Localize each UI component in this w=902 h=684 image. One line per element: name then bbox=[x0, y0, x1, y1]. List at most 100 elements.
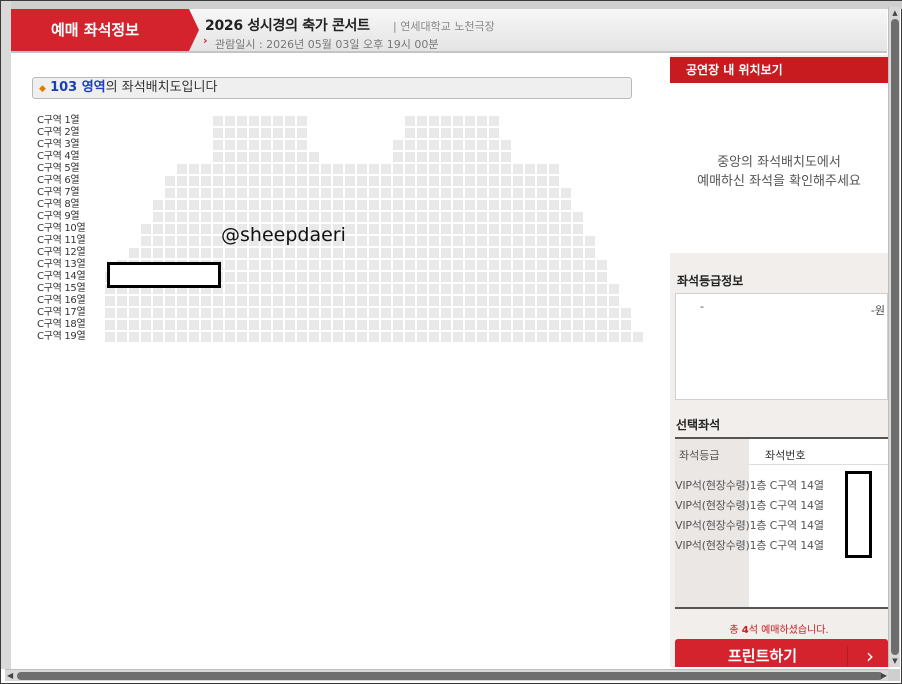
seat[interactable] bbox=[489, 236, 499, 246]
seat[interactable] bbox=[381, 248, 391, 258]
seat[interactable] bbox=[141, 308, 151, 318]
seat[interactable] bbox=[513, 320, 523, 330]
seat[interactable] bbox=[285, 152, 295, 162]
seat[interactable] bbox=[345, 212, 355, 222]
seat[interactable] bbox=[621, 332, 631, 342]
seat[interactable] bbox=[477, 116, 487, 126]
seat[interactable] bbox=[249, 320, 259, 330]
seat[interactable] bbox=[285, 272, 295, 282]
seat[interactable] bbox=[285, 308, 295, 318]
seat[interactable] bbox=[573, 332, 583, 342]
seat[interactable] bbox=[213, 200, 223, 210]
seat[interactable] bbox=[537, 284, 547, 294]
seat[interactable] bbox=[513, 272, 523, 282]
seat[interactable] bbox=[453, 236, 463, 246]
seat[interactable] bbox=[489, 152, 499, 162]
seat[interactable] bbox=[105, 308, 115, 318]
seat[interactable] bbox=[249, 332, 259, 342]
seat[interactable] bbox=[369, 248, 379, 258]
seat[interactable] bbox=[345, 320, 355, 330]
seat[interactable] bbox=[273, 152, 283, 162]
seat[interactable] bbox=[369, 224, 379, 234]
seat[interactable] bbox=[585, 248, 595, 258]
seat[interactable] bbox=[273, 332, 283, 342]
seat[interactable] bbox=[153, 236, 163, 246]
seat[interactable] bbox=[405, 308, 415, 318]
seat[interactable] bbox=[357, 212, 367, 222]
seat[interactable] bbox=[561, 212, 571, 222]
seat[interactable] bbox=[417, 176, 427, 186]
seat[interactable] bbox=[189, 236, 199, 246]
seat[interactable] bbox=[441, 128, 451, 138]
seat[interactable] bbox=[273, 260, 283, 270]
seat[interactable] bbox=[525, 320, 535, 330]
seat[interactable] bbox=[273, 116, 283, 126]
seat[interactable] bbox=[345, 188, 355, 198]
seat[interactable] bbox=[489, 116, 499, 126]
seat[interactable] bbox=[441, 116, 451, 126]
seat[interactable] bbox=[321, 200, 331, 210]
seat[interactable] bbox=[609, 332, 619, 342]
seat[interactable] bbox=[405, 284, 415, 294]
seat[interactable] bbox=[453, 164, 463, 174]
seat[interactable] bbox=[333, 308, 343, 318]
seat[interactable] bbox=[453, 200, 463, 210]
seat[interactable] bbox=[273, 296, 283, 306]
seat[interactable] bbox=[369, 236, 379, 246]
seat[interactable] bbox=[513, 308, 523, 318]
seat[interactable] bbox=[369, 200, 379, 210]
seat[interactable] bbox=[453, 332, 463, 342]
seat[interactable] bbox=[213, 296, 223, 306]
seat[interactable] bbox=[417, 236, 427, 246]
seat[interactable] bbox=[441, 140, 451, 150]
seat[interactable] bbox=[261, 284, 271, 294]
seat[interactable] bbox=[501, 140, 511, 150]
seat[interactable] bbox=[309, 284, 319, 294]
seat[interactable] bbox=[273, 320, 283, 330]
seat[interactable] bbox=[261, 248, 271, 258]
seat[interactable] bbox=[177, 212, 187, 222]
seat[interactable] bbox=[609, 320, 619, 330]
seat[interactable] bbox=[189, 248, 199, 258]
seat[interactable] bbox=[549, 164, 559, 174]
vertical-scroll-thumb[interactable] bbox=[891, 19, 899, 655]
seat[interactable] bbox=[249, 296, 259, 306]
seat[interactable] bbox=[441, 296, 451, 306]
seat[interactable] bbox=[381, 164, 391, 174]
seat[interactable] bbox=[237, 152, 247, 162]
seat[interactable] bbox=[405, 212, 415, 222]
seat[interactable] bbox=[477, 224, 487, 234]
seat[interactable] bbox=[609, 284, 619, 294]
seat[interactable] bbox=[369, 272, 379, 282]
seat[interactable] bbox=[165, 176, 175, 186]
seat[interactable] bbox=[441, 284, 451, 294]
seat[interactable] bbox=[153, 224, 163, 234]
seat[interactable] bbox=[453, 296, 463, 306]
seat[interactable] bbox=[465, 236, 475, 246]
seat[interactable] bbox=[477, 332, 487, 342]
seat[interactable] bbox=[105, 320, 115, 330]
seat[interactable] bbox=[537, 308, 547, 318]
seat[interactable] bbox=[561, 248, 571, 258]
seat[interactable] bbox=[273, 128, 283, 138]
seat[interactable] bbox=[489, 272, 499, 282]
seat[interactable] bbox=[597, 260, 607, 270]
seat[interactable] bbox=[561, 188, 571, 198]
seat[interactable] bbox=[573, 236, 583, 246]
seat[interactable] bbox=[357, 284, 367, 294]
seat[interactable] bbox=[297, 272, 307, 282]
seat[interactable] bbox=[237, 140, 247, 150]
seat[interactable] bbox=[261, 128, 271, 138]
seat[interactable] bbox=[429, 284, 439, 294]
seat[interactable] bbox=[429, 308, 439, 318]
seat[interactable] bbox=[369, 212, 379, 222]
seat[interactable] bbox=[381, 224, 391, 234]
seat[interactable] bbox=[225, 248, 235, 258]
seat[interactable] bbox=[261, 140, 271, 150]
seat[interactable] bbox=[429, 236, 439, 246]
seat[interactable] bbox=[369, 176, 379, 186]
seat[interactable] bbox=[285, 128, 295, 138]
seat[interactable] bbox=[297, 260, 307, 270]
seat[interactable] bbox=[141, 332, 151, 342]
seat[interactable] bbox=[453, 320, 463, 330]
